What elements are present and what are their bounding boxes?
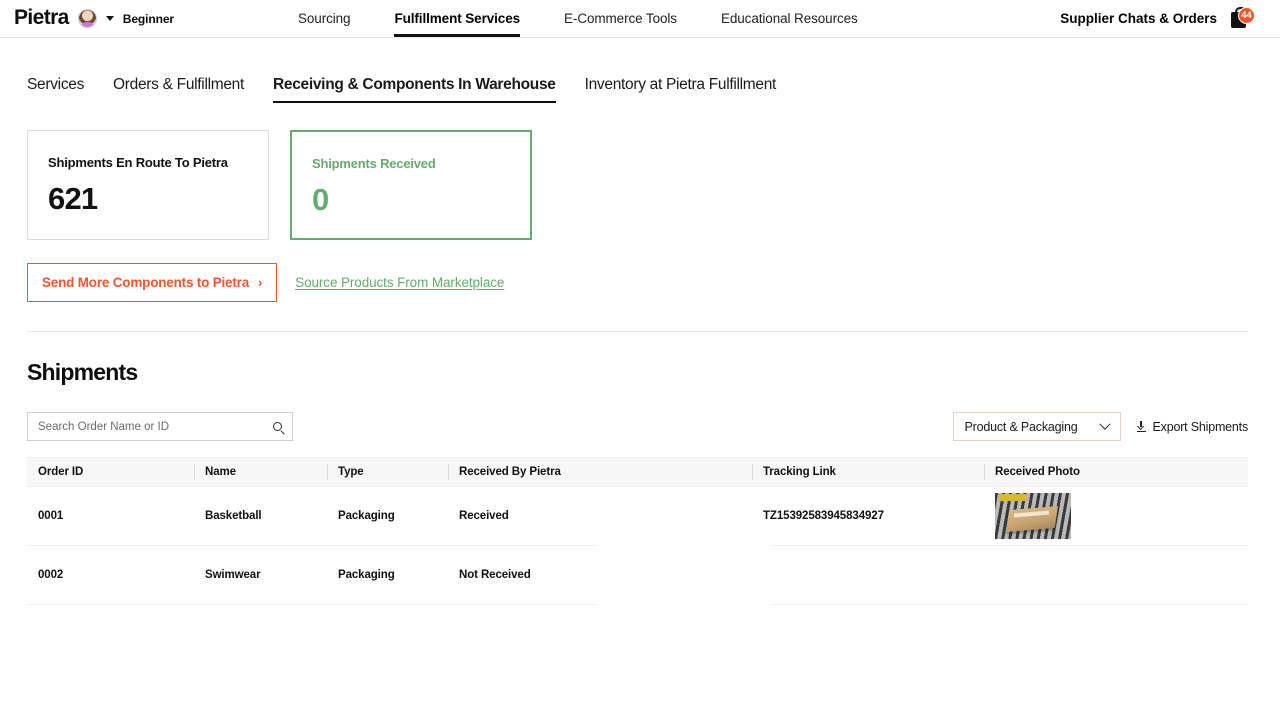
tab-receiving-and-components-in-warehouse[interactable]: Receiving & Components In Warehouse (273, 76, 556, 103)
cell-type: Packaging (327, 510, 448, 522)
shipments-toolbar: Product & Packaging Export Shipments (0, 412, 1280, 441)
account-level-label: Beginner (123, 12, 174, 26)
cell-order-id: 0001 (27, 510, 194, 522)
tape-stripe (1014, 510, 1049, 517)
column-header-order-id[interactable]: Order ID (27, 458, 194, 486)
send-more-components-label: Send More Components to Pietra (42, 275, 249, 290)
chevron-right-icon: › (258, 276, 262, 289)
top-navigation-bar: Pietra Beginner Sourcing Fulfillment Ser… (0, 0, 1280, 38)
nav-link-sourcing[interactable]: Sourcing (298, 0, 350, 37)
chevron-down-icon (1099, 418, 1110, 429)
tab-services[interactable]: Services (27, 76, 84, 103)
column-header-type[interactable]: Type (327, 458, 448, 486)
column-header-received-photo[interactable]: Received Photo (984, 458, 1248, 486)
product-type-filter-value: Product & Packaging (965, 420, 1078, 434)
nav-link-educational-resources[interactable]: Educational Resources (721, 0, 858, 37)
cell-type: Packaging (327, 569, 448, 581)
cell-name: Swimwear (194, 569, 327, 581)
send-more-components-button[interactable]: Send More Components to Pietra › (27, 263, 277, 302)
cell-received-photo[interactable] (984, 493, 1248, 539)
stat-card-value: 0 (312, 182, 530, 218)
search-box[interactable] (27, 412, 293, 441)
tab-orders-and-fulfillment[interactable]: Orders & Fulfillment (113, 76, 244, 103)
section-divider (27, 331, 1248, 332)
export-shipments-button[interactable]: Export Shipments (1137, 420, 1248, 434)
action-row: Send More Components to Pietra › Source … (0, 263, 1280, 302)
cell-received-by-pietra: Received (448, 510, 752, 522)
cell-tracking-link[interactable]: TZ15392583945834927 (752, 510, 984, 522)
table-row[interactable]: 0002 Swimwear Packaging Not Received (27, 546, 1248, 604)
toolbar-right-group: Product & Packaging Export Shipments (953, 412, 1248, 441)
row-divider (27, 545, 1248, 546)
source-products-from-marketplace-link[interactable]: Source Products From Marketplace (295, 275, 504, 290)
user-avatar-icon[interactable] (78, 9, 97, 28)
package-on-conveyor-photo[interactable] (995, 493, 1071, 539)
cell-order-id: 0002 (27, 569, 194, 581)
stat-card-value: 621 (48, 181, 268, 217)
chevron-down-icon[interactable] (106, 16, 114, 21)
tab-inventory-at-pietra-fulfillment[interactable]: Inventory at Pietra Fulfillment (585, 76, 776, 103)
search-input[interactable] (38, 421, 269, 433)
supplier-chats-and-orders-link[interactable]: Supplier Chats & Orders (1060, 11, 1217, 26)
table-row[interactable]: 0001 Basketball Packaging Received TZ153… (27, 487, 1248, 545)
stat-card-shipments-en-route: Shipments En Route To Pietra 621 (27, 130, 269, 240)
download-icon (1137, 421, 1146, 432)
cell-name: Basketball (194, 510, 327, 522)
cell-received-by-pietra: Not Received (448, 569, 752, 581)
brand-group: Pietra Beginner (14, 8, 174, 29)
primary-nav-links: Sourcing Fulfillment Services E-Commerce… (298, 0, 858, 37)
cart-badge-count: 44 (1238, 7, 1255, 24)
product-type-filter-select[interactable]: Product & Packaging (953, 412, 1121, 441)
shopping-bag-button[interactable]: 44 (1230, 6, 1254, 32)
column-header-tracking-link[interactable]: Tracking Link (752, 458, 984, 486)
nav-link-fulfillment-services[interactable]: Fulfillment Services (394, 0, 520, 37)
stat-card-label: Shipments En Route To Pietra (48, 155, 268, 170)
nav-right-group: Supplier Chats & Orders 44 (1060, 6, 1254, 32)
row-divider (27, 604, 1248, 605)
shipments-table: Order ID Name Type Received By Pietra Tr… (27, 457, 1248, 605)
export-shipments-label: Export Shipments (1153, 420, 1248, 434)
column-header-received-by-pietra[interactable]: Received By Pietra (448, 458, 752, 486)
nav-link-ecommerce-tools[interactable]: E-Commerce Tools (564, 0, 677, 37)
stat-card-shipments-received: Shipments Received 0 (290, 130, 532, 240)
pietra-logo[interactable]: Pietra (14, 7, 69, 28)
column-header-name[interactable]: Name (194, 458, 327, 486)
page-title: Shipments (0, 359, 1280, 386)
search-icon[interactable] (273, 422, 282, 431)
table-header-row: Order ID Name Type Received By Pietra Tr… (27, 457, 1248, 487)
stat-cards: Shipments En Route To Pietra 621 Shipmen… (0, 130, 1280, 240)
stat-card-label: Shipments Received (312, 156, 530, 171)
sub-tab-bar: Services Orders & Fulfillment Receiving … (0, 68, 1280, 103)
